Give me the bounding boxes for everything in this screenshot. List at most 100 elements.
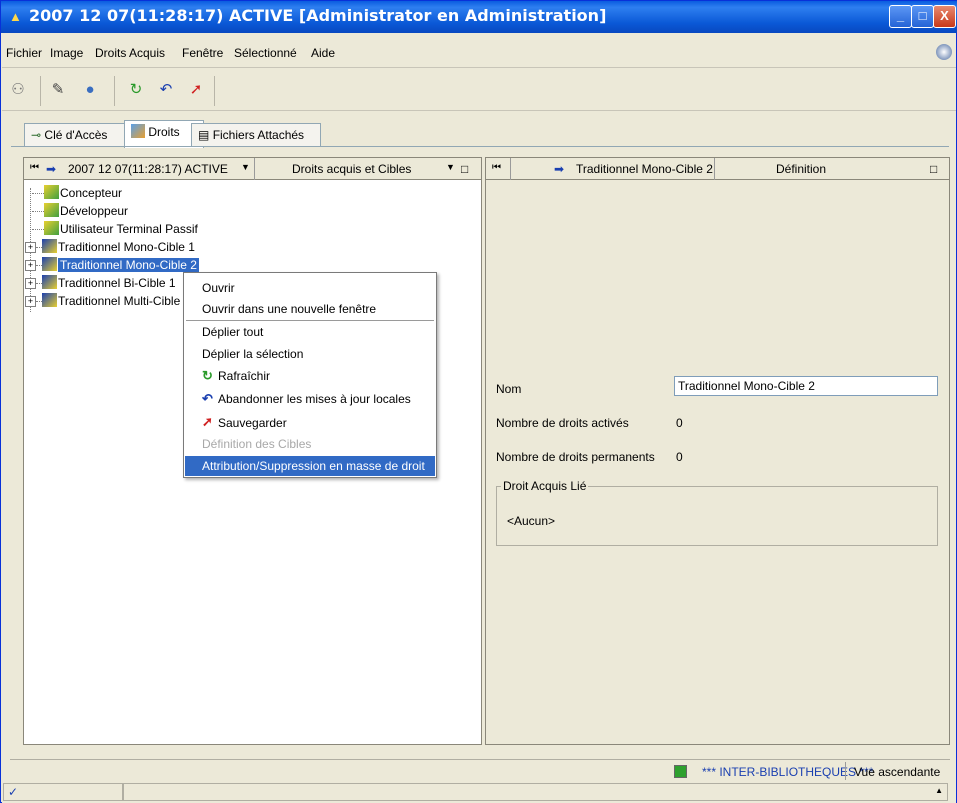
status-bar: *** INTER-BIBLIOTHEQUES *** Vue ascendan… — [2, 759, 956, 803]
toolbar-separator — [214, 76, 223, 106]
refresh-icon[interactable]: ↻ — [126, 80, 146, 100]
key-icon: ⊸ — [31, 128, 42, 142]
permanents-value: 0 — [676, 450, 683, 464]
menu-fenetre[interactable]: Fenêtre — [182, 46, 223, 60]
maximize-panel-icon[interactable]: □ — [930, 162, 937, 176]
menu-item-rafraichir[interactable]: Rafraîchir — [218, 369, 270, 383]
triangle-up-icon[interactable]: ▲ — [935, 786, 943, 795]
tree-item-label: Traditionnel Multi-Cible 1 — [58, 294, 191, 308]
status-cell: ✓ — [3, 783, 123, 801]
expand-toggle-icon[interactable]: ⏮ — [30, 162, 39, 173]
view-mode-status: Vue ascendante — [854, 765, 941, 779]
arrow-right-icon: ➡ — [46, 162, 57, 176]
minimize-button[interactable]: _ — [889, 5, 912, 28]
users-icon[interactable]: ⚇ — [8, 80, 28, 100]
expand-icon[interactable]: + — [25, 296, 36, 308]
tree-item[interactable]: + Traditionnel Mono-Cible 1 — [25, 239, 195, 256]
menu-item-attribution-masse[interactable]: Attribution/Suppression en masse de droi… — [202, 459, 425, 473]
library-status: *** INTER-BIBLIOTHEQUES *** — [702, 765, 874, 779]
chevron-down-icon[interactable]: ▼ — [446, 162, 455, 172]
linked-rights-group: Droit Acquis Lié <Aucun> — [496, 479, 938, 546]
tab-label: Fichiers Attachés — [212, 128, 305, 142]
menu-item-ouvrir[interactable]: Ouvrir — [202, 281, 235, 295]
nom-field[interactable]: Traditionnel Mono-Cible 2 — [674, 376, 938, 396]
toolbar: ⚇ ✎ ● ↻ ↶ ➚ — [2, 67, 956, 111]
expand-icon[interactable]: + — [25, 242, 36, 254]
tree-item-label: Développeur — [60, 204, 129, 218]
context-label: 2007 12 07(11:28:17) ACTIVE — [68, 162, 228, 176]
menu-item-deplier-selection[interactable]: Déplier la sélection — [202, 347, 303, 361]
permanents-label: Nombre de droits permanents — [496, 450, 655, 464]
tree-item[interactable]: + Traditionnel Bi-Cible 1 — [25, 275, 176, 292]
tab-bar: ⊸ Clé d'Accès Droits ▤ Fichiers Attachés — [2, 117, 956, 148]
tab-fichiers-attaches[interactable]: ▤ Fichiers Attachés — [191, 123, 321, 147]
status-divider — [845, 762, 846, 780]
menu-item-ouvrir-nouvelle-fenetre[interactable]: Ouvrir dans une nouvelle fenêtre — [202, 302, 376, 316]
title-bar[interactable]: ▲ 2007 12 07(11:28:17) ACTIVE [Administr… — [1, 1, 957, 33]
tab-cle-acces[interactable]: ⊸ Clé d'Accès — [24, 123, 136, 147]
pencil-icon[interactable]: ✎ — [48, 80, 68, 100]
refresh-icon: ↻ — [202, 368, 213, 383]
menu-fichier[interactable]: Fichier — [6, 46, 42, 60]
check-icon: ✓ — [8, 785, 19, 799]
tree-item[interactable]: Développeur — [32, 203, 128, 220]
tree-item-label: Traditionnel Mono-Cible 1 — [58, 240, 195, 254]
menu-bar: Fichier Image Droits Acquis Fenêtre Séle… — [2, 34, 956, 66]
tree-connector — [32, 229, 44, 231]
header-divider — [254, 158, 255, 180]
tree-item-selected[interactable]: + Traditionnel Mono-Cible 2 — [25, 257, 199, 274]
actives-value: 0 — [676, 416, 683, 430]
undo-icon[interactable]: ↶ — [156, 80, 176, 100]
right-panel-title: Définition — [776, 162, 827, 176]
menu-aide[interactable]: Aide — [311, 46, 335, 60]
tree-item[interactable]: + Traditionnel Multi-Cible 1 — [25, 293, 190, 310]
save-icon: ➚ — [202, 414, 213, 429]
header-divider — [714, 158, 715, 180]
tab-divider — [11, 146, 949, 147]
app-icon: ▲ — [9, 9, 22, 24]
role-icon — [44, 203, 59, 217]
toolbar-separator — [114, 76, 123, 106]
chevron-down-icon[interactable]: ▼ — [241, 162, 250, 172]
context-menu: Ouvrir Ouvrir dans une nouvelle fenêtre … — [183, 272, 437, 478]
menu-droits-acquis[interactable]: Droits Acquis — [95, 46, 165, 60]
group-value: <Aucun> — [507, 514, 556, 528]
right-panel: ⏮ ➡ Traditionnel Mono-Cible 2 Définition… — [485, 157, 950, 745]
window-title: 2007 12 07(11:28:17) ACTIVE [Administrat… — [29, 6, 607, 25]
expand-icon[interactable]: + — [25, 278, 36, 290]
menu-item-definition-cibles: Définition des Cibles — [202, 437, 312, 451]
globe-user-icon[interactable]: ● — [80, 80, 100, 100]
actives-label: Nombre de droits activés — [496, 416, 629, 430]
maximize-panel-icon[interactable]: □ — [461, 162, 468, 176]
tree-item[interactable]: Concepteur — [32, 185, 122, 202]
expand-toggle-icon[interactable]: ⏮ — [492, 162, 501, 173]
tree-item[interactable]: Utilisateur Terminal Passif — [32, 221, 198, 238]
library-icon — [674, 765, 687, 778]
globe-icon — [936, 44, 952, 60]
menu-image[interactable]: Image — [50, 46, 83, 60]
tree-connector — [32, 193, 44, 195]
multi-target-icon — [42, 293, 57, 307]
tree-item-label: Utilisateur Terminal Passif — [60, 222, 198, 236]
tree-item-label: Traditionnel Mono-Cible 2 — [58, 258, 199, 272]
header-divider — [510, 158, 511, 180]
arrow-right-icon: ➡ — [554, 162, 565, 176]
group-title: Droit Acquis Lié — [501, 479, 589, 493]
save-icon[interactable]: ➚ — [186, 80, 206, 100]
mono-target-icon — [42, 257, 57, 271]
application-window: ▲ 2007 12 07(11:28:17) ACTIVE [Administr… — [0, 0, 957, 803]
close-button[interactable]: X — [933, 5, 956, 28]
menu-item-deplier-tout[interactable]: Déplier tout — [202, 325, 263, 339]
view-selector[interactable]: Droits acquis et Cibles — [292, 162, 411, 176]
maximize-button[interactable]: □ — [911, 5, 934, 28]
role-icon — [44, 221, 59, 235]
status-cell: ▲ — [123, 783, 948, 801]
menu-item-abandonner[interactable]: Abandonner les mises à jour locales — [218, 392, 411, 406]
menu-selectionne[interactable]: Sélectionné — [234, 46, 297, 60]
tree-item-label: Concepteur — [60, 186, 123, 200]
undo-icon: ↶ — [202, 391, 213, 406]
expand-icon[interactable]: + — [25, 260, 36, 272]
menu-item-sauvegarder[interactable]: Sauvegarder — [218, 416, 287, 430]
rights-icon — [131, 124, 145, 138]
tree-item-label: Traditionnel Bi-Cible 1 — [58, 276, 176, 290]
